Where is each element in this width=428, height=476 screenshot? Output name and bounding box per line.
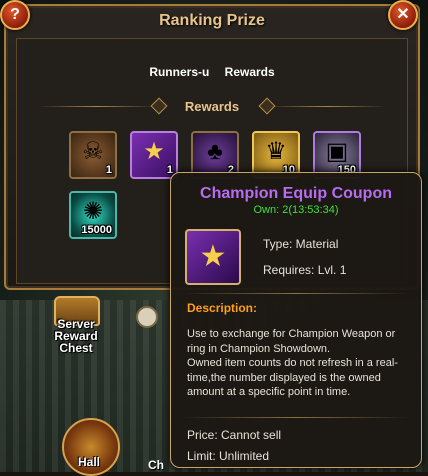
header-divider-right	[267, 106, 387, 107]
tab-row: Runners-u Rewards	[17, 65, 407, 79]
item-quantity: 15000	[81, 224, 112, 236]
panel-title: Ranking Prize	[159, 12, 265, 29]
server-reward-chest-label: Server Reward Chest	[54, 317, 98, 355]
tooltip-own-count: Own: 2(13:53:34)	[253, 204, 339, 216]
silver-chest-icon: ▣	[325, 138, 349, 165]
hall-label: Hall	[77, 455, 100, 469]
clock-icon	[136, 306, 158, 328]
item-quantity: 1	[105, 164, 112, 176]
ch-label: Ch	[148, 458, 164, 472]
tooltip-description-header: Description:	[187, 301, 258, 315]
rewards-section-header: Rewards	[17, 97, 407, 117]
tab-runners-up[interactable]: Runners-u	[149, 65, 209, 79]
diamond-ornament-icon	[150, 97, 168, 115]
champion-coupon-icon: ★	[143, 138, 165, 165]
tab-rewards[interactable]: Rewards	[225, 65, 275, 79]
tooltip-type: Type: Material	[263, 237, 339, 251]
reward-item[interactable]: ★ 1	[130, 131, 178, 179]
golden-crest-icon: ♛	[265, 138, 287, 165]
tooltip-price: Price: Cannot sell	[187, 428, 282, 442]
reward-item[interactable]: ✺ 15000	[69, 191, 117, 239]
tooltip-limit: Limit: Unlimited	[187, 449, 270, 463]
tooltip-description: Use to exchange for Champion Weapon or r…	[187, 328, 398, 398]
item-tooltip: Champion Equip Coupon Own: 2(13:53:34) ★…	[170, 172, 422, 468]
purple-pouch-icon: ♣	[207, 138, 223, 165]
tooltip-divider	[181, 417, 411, 418]
header-divider-left	[37, 106, 157, 107]
server-reward-chest-button[interactable]: Server Reward Chest	[44, 296, 108, 356]
tooltip-title: Champion Equip Coupon	[200, 185, 392, 202]
teal-orb-icon: ✺	[82, 198, 104, 225]
help-button[interactable]: ?	[0, 0, 30, 30]
tooltip-requires: Requires: Lvl. 1	[263, 263, 347, 277]
tooltip-divider	[181, 293, 411, 294]
reward-item[interactable]: ☠ 1	[69, 131, 117, 179]
warrior-mask-icon: ☠	[82, 138, 104, 165]
rewards-header-label: Rewards	[184, 99, 240, 114]
champion-coupon-icon: ★	[185, 229, 241, 285]
close-button[interactable]: ✕	[388, 0, 418, 30]
